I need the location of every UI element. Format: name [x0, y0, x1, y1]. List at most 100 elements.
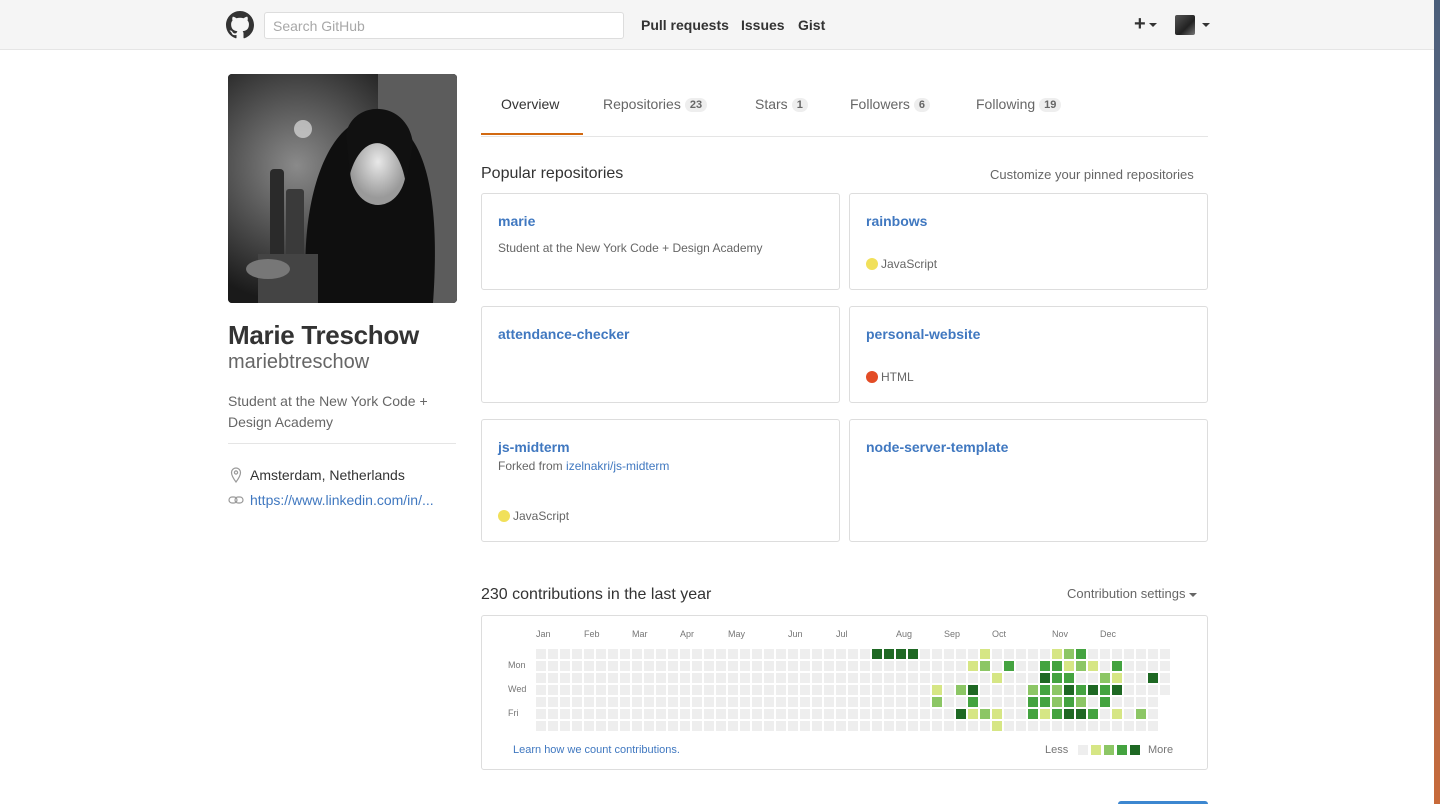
- contribution-day[interactable]: [740, 649, 750, 659]
- contribution-day[interactable]: [824, 673, 834, 683]
- contribution-day[interactable]: [800, 661, 810, 671]
- contribution-day[interactable]: [584, 697, 594, 707]
- contribution-day[interactable]: [812, 673, 822, 683]
- contribution-day[interactable]: [668, 685, 678, 695]
- contribution-day[interactable]: [812, 709, 822, 719]
- contribution-day[interactable]: [800, 697, 810, 707]
- contribution-day[interactable]: [644, 709, 654, 719]
- contribution-day[interactable]: [608, 649, 618, 659]
- contribution-day[interactable]: [788, 709, 798, 719]
- contribution-day[interactable]: [848, 649, 858, 659]
- contribution-day[interactable]: [824, 661, 834, 671]
- user-avatar-menu[interactable]: [1175, 15, 1195, 35]
- contribution-day[interactable]: [956, 661, 966, 671]
- create-new-menu[interactable]: +: [1134, 13, 1157, 36]
- contribution-day[interactable]: [1160, 649, 1170, 659]
- contribution-day[interactable]: [788, 649, 798, 659]
- contribution-day[interactable]: [680, 709, 690, 719]
- contribution-day[interactable]: [836, 697, 846, 707]
- contribution-day[interactable]: [1124, 661, 1134, 671]
- contribution-day[interactable]: [1076, 685, 1086, 695]
- contribution-day[interactable]: [1160, 673, 1170, 683]
- contribution-day[interactable]: [632, 697, 642, 707]
- contribution-day[interactable]: [1028, 661, 1038, 671]
- contribution-day[interactable]: [752, 697, 762, 707]
- contribution-day[interactable]: [1148, 661, 1158, 671]
- contribution-day[interactable]: [752, 709, 762, 719]
- contribution-day[interactable]: [1076, 661, 1086, 671]
- contribution-day[interactable]: [1124, 709, 1134, 719]
- contribution-day[interactable]: [704, 685, 714, 695]
- contribution-day[interactable]: [1100, 685, 1110, 695]
- contribution-day[interactable]: [788, 673, 798, 683]
- contribution-day[interactable]: [764, 709, 774, 719]
- contribution-day[interactable]: [1112, 685, 1122, 695]
- contribution-day[interactable]: [740, 697, 750, 707]
- contribution-day[interactable]: [1052, 721, 1062, 731]
- contribution-day[interactable]: [644, 661, 654, 671]
- contribution-day[interactable]: [956, 685, 966, 695]
- contribution-day[interactable]: [1028, 721, 1038, 731]
- contribution-day[interactable]: [728, 661, 738, 671]
- contribution-day[interactable]: [740, 721, 750, 731]
- contribution-day[interactable]: [740, 709, 750, 719]
- contribution-day[interactable]: [536, 673, 546, 683]
- contribution-day[interactable]: [848, 673, 858, 683]
- contribution-day[interactable]: [1100, 649, 1110, 659]
- contribution-day[interactable]: [992, 697, 1002, 707]
- contribution-day[interactable]: [848, 661, 858, 671]
- contribution-day[interactable]: [1124, 721, 1134, 731]
- nav-issues[interactable]: Issues: [741, 17, 785, 33]
- contribution-day[interactable]: [584, 709, 594, 719]
- contribution-day[interactable]: [884, 685, 894, 695]
- contribution-day[interactable]: [896, 673, 906, 683]
- contribution-day[interactable]: [1088, 661, 1098, 671]
- contribution-day[interactable]: [992, 661, 1002, 671]
- contribution-day[interactable]: [848, 721, 858, 731]
- contribution-day[interactable]: [980, 709, 990, 719]
- contribution-day[interactable]: [1136, 649, 1146, 659]
- contribution-day[interactable]: [644, 697, 654, 707]
- contribution-day[interactable]: [860, 649, 870, 659]
- contribution-day[interactable]: [716, 685, 726, 695]
- contribution-day[interactable]: [1100, 697, 1110, 707]
- contribution-day[interactable]: [776, 697, 786, 707]
- contribution-day[interactable]: [608, 685, 618, 695]
- tab-followers[interactable]: Followers 6: [850, 96, 931, 112]
- contribution-day[interactable]: [1088, 649, 1098, 659]
- contribution-day[interactable]: [908, 661, 918, 671]
- contribution-day[interactable]: [1016, 673, 1026, 683]
- contribution-day[interactable]: [872, 697, 882, 707]
- contribution-day[interactable]: [584, 685, 594, 695]
- contribution-day[interactable]: [752, 721, 762, 731]
- contribution-day[interactable]: [1016, 697, 1026, 707]
- contribution-day[interactable]: [728, 673, 738, 683]
- contribution-day[interactable]: [656, 649, 666, 659]
- contribution-day[interactable]: [968, 697, 978, 707]
- contribution-day[interactable]: [764, 685, 774, 695]
- contribution-day[interactable]: [1148, 649, 1158, 659]
- contribution-day[interactable]: [704, 673, 714, 683]
- contribution-day[interactable]: [1160, 661, 1170, 671]
- contribution-day[interactable]: [956, 709, 966, 719]
- contribution-day[interactable]: [932, 697, 942, 707]
- contribution-day[interactable]: [1064, 673, 1074, 683]
- contribution-day[interactable]: [548, 649, 558, 659]
- contribution-day[interactable]: [872, 709, 882, 719]
- contribution-day[interactable]: [944, 721, 954, 731]
- contribution-day[interactable]: [620, 649, 630, 659]
- contribution-day[interactable]: [896, 649, 906, 659]
- contribution-day[interactable]: [716, 661, 726, 671]
- contribution-day[interactable]: [932, 673, 942, 683]
- contribution-day[interactable]: [920, 673, 930, 683]
- contribution-day[interactable]: [1052, 709, 1062, 719]
- contribution-day[interactable]: [1040, 673, 1050, 683]
- contribution-day[interactable]: [1136, 673, 1146, 683]
- contribution-day[interactable]: [944, 709, 954, 719]
- contribution-day[interactable]: [776, 673, 786, 683]
- contribution-day[interactable]: [620, 673, 630, 683]
- contribution-day[interactable]: [692, 709, 702, 719]
- contribution-day[interactable]: [980, 673, 990, 683]
- contribution-day[interactable]: [908, 673, 918, 683]
- contribution-day[interactable]: [548, 697, 558, 707]
